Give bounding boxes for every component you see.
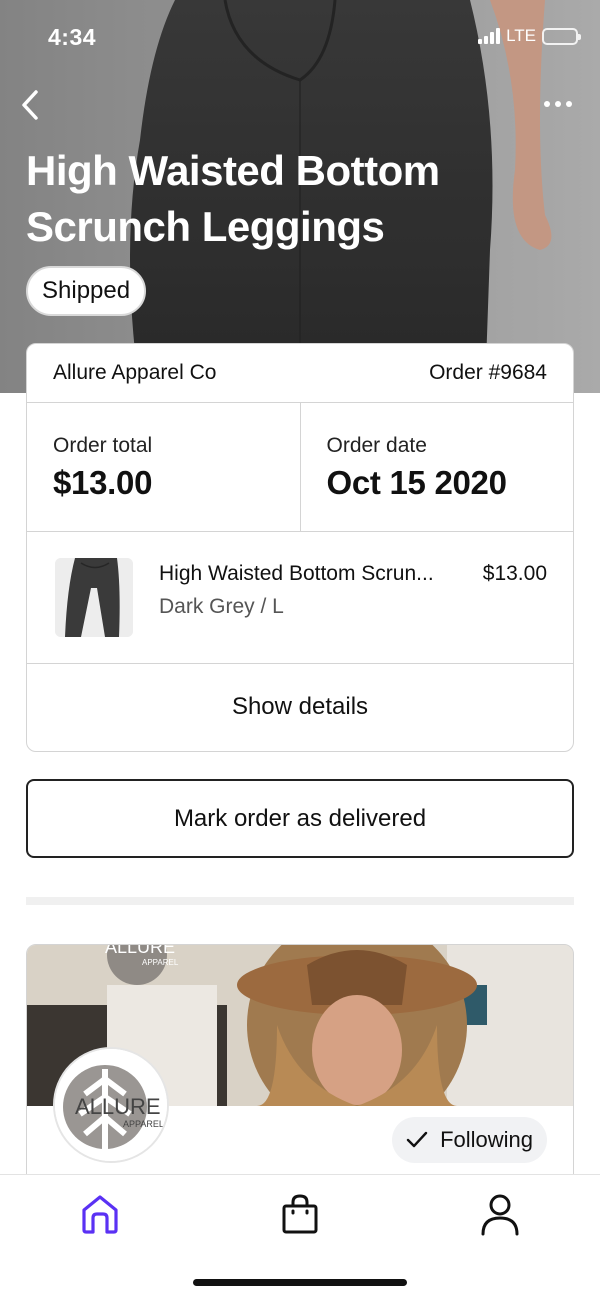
status-bar: 4:34 LTE bbox=[0, 0, 600, 70]
tab-shop[interactable] bbox=[275, 1189, 325, 1239]
status-time: 4:34 bbox=[48, 24, 97, 50]
order-total-label: Order total bbox=[53, 434, 153, 457]
checkmark-icon bbox=[406, 1131, 428, 1148]
shop-card[interactable]: ALLURE APPAREL ALLURE APPAREL Following bbox=[26, 944, 574, 1184]
tab-home[interactable] bbox=[75, 1189, 125, 1239]
order-summary-card: Allure Apparel Co Order #9684 Order tota… bbox=[26, 343, 574, 752]
status-badge: Shipped bbox=[26, 266, 147, 316]
status-indicators: LTE bbox=[478, 26, 581, 46]
more-horizontal-icon bbox=[544, 101, 550, 107]
shop-logo-subtext: APPAREL bbox=[123, 1119, 164, 1129]
following-button[interactable]: Following bbox=[392, 1117, 547, 1163]
following-label: Following bbox=[440, 1127, 533, 1152]
store-name: Allure Apparel Co bbox=[53, 361, 217, 384]
more-options-button[interactable] bbox=[538, 92, 578, 116]
battery-icon bbox=[542, 27, 581, 45]
profile-icon bbox=[481, 1194, 519, 1236]
item-variant: Dark Grey / L bbox=[159, 595, 284, 618]
order-header-row: Allure Apparel Co Order #9684 bbox=[27, 344, 573, 403]
order-date-cell: Order date Oct 15 2020 bbox=[299, 403, 574, 531]
section-divider bbox=[26, 897, 574, 905]
cellular-signal-icon bbox=[478, 28, 501, 44]
item-name: High Waisted Bottom Scrun... bbox=[159, 562, 434, 585]
order-date-label: Order date bbox=[326, 434, 427, 457]
svg-text:APPAREL: APPAREL bbox=[142, 958, 179, 967]
order-item-row[interactable]: High Waisted Bottom Scrun... $13.00 Dark… bbox=[27, 532, 573, 664]
mark-delivered-button[interactable]: Mark order as delivered bbox=[26, 779, 574, 858]
hero-image: 4:34 LTE High Waisted Bottom Scrunch Leg… bbox=[0, 0, 600, 393]
shop-avatar[interactable]: ALLURE APPAREL bbox=[53, 1047, 169, 1163]
shop-logo-text: ALLURE bbox=[75, 1094, 161, 1119]
back-button[interactable] bbox=[10, 85, 50, 125]
order-date-value: Oct 15 2020 bbox=[326, 464, 507, 501]
order-total-value: $13.00 bbox=[53, 464, 153, 501]
show-details-button[interactable]: Show details bbox=[27, 664, 573, 750]
order-number: Order #9684 bbox=[429, 361, 547, 384]
tab-profile[interactable] bbox=[475, 1189, 525, 1239]
item-price: $13.00 bbox=[482, 562, 547, 585]
shopping-bag-icon bbox=[282, 1194, 318, 1234]
order-meta-row: Order total $13.00 Order date Oct 15 202… bbox=[27, 403, 573, 532]
chevron-left-icon bbox=[22, 90, 38, 120]
network-type: LTE bbox=[506, 26, 536, 45]
home-icon bbox=[82, 1195, 118, 1234]
product-thumbnail bbox=[55, 558, 133, 637]
order-total-cell: Order total $13.00 bbox=[27, 403, 300, 531]
svg-text:ALLURE: ALLURE bbox=[105, 945, 175, 957]
home-indicator[interactable] bbox=[193, 1279, 407, 1286]
page-title: High Waisted Bottom Scrunch Leggings bbox=[26, 147, 440, 250]
bottom-tab-bar bbox=[0, 1174, 600, 1299]
